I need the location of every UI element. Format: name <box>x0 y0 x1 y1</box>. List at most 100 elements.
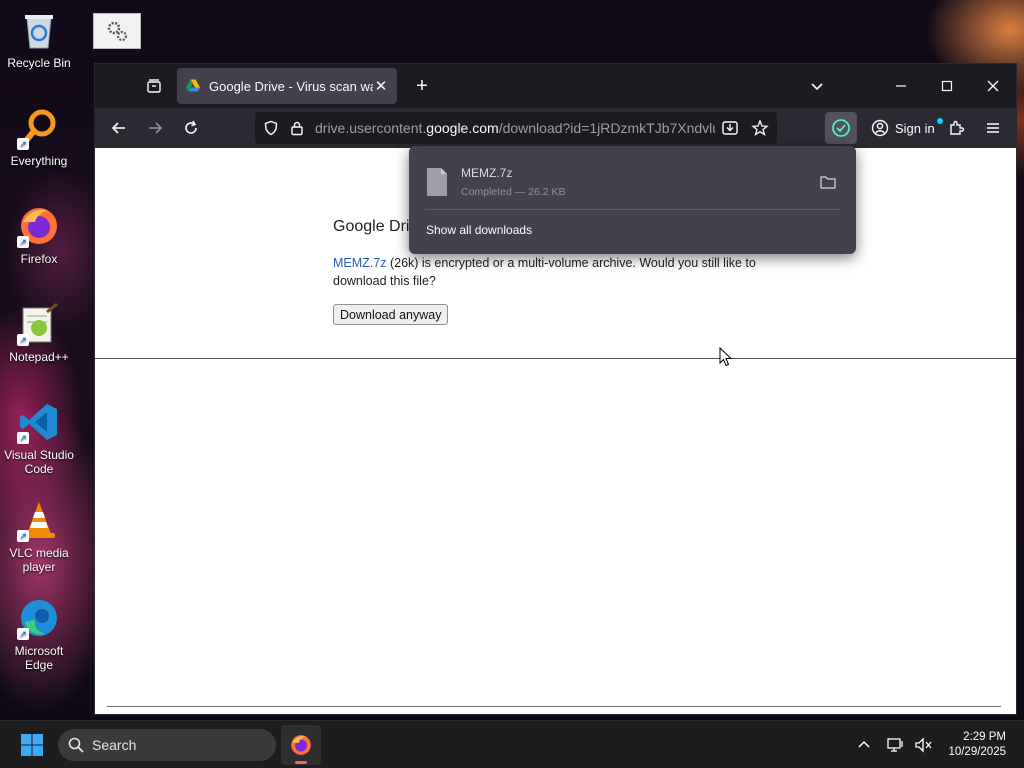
edge-icon: ↗ <box>17 596 61 640</box>
firefox-icon: ↗ <box>17 204 61 248</box>
minimize-icon <box>896 85 906 87</box>
chevron-down-icon <box>811 83 823 91</box>
hamburger-menu-icon <box>987 123 999 133</box>
shortcut-arrow-icon: ↗ <box>17 334 29 346</box>
shortcut-arrow-icon: ↗ <box>17 530 29 542</box>
tab-title: Google Drive - Virus scan warning <box>209 78 373 94</box>
new-tab-button[interactable]: + <box>407 71 437 101</box>
google-drive-icon <box>186 79 200 92</box>
downloads-panel: MEMZ.7z Completed — 26.2 KB Show all dow… <box>409 146 856 254</box>
message-text: (26k) is encrypted or a multi-volume arc… <box>333 256 756 288</box>
file-icon <box>427 168 447 196</box>
tab-close-icon[interactable]: ✕ <box>373 78 389 95</box>
desktop-icon-firefox[interactable]: ↗ Firefox <box>0 204 78 266</box>
search-placeholder: Search <box>92 737 137 753</box>
desktop-icon-edge[interactable]: ↗ Microsoft Edge <box>0 596 78 672</box>
list-all-tabs-button[interactable] <box>802 71 832 101</box>
reload-icon <box>185 120 197 134</box>
download-item-text: MEMZ.7z Completed — 26.2 KB <box>461 166 816 198</box>
minimize-button[interactable] <box>878 64 924 108</box>
show-all-downloads-link[interactable]: Show all downloads <box>426 223 532 237</box>
tab-google-drive[interactable]: Google Drive - Virus scan warning ✕ <box>177 68 397 104</box>
everything-search-icon: ↗ <box>17 106 61 150</box>
firefox-view-button[interactable] <box>139 71 169 101</box>
url-text: drive.usercontent.google.com/download?id… <box>315 120 715 136</box>
clock-time: 2:29 PM <box>963 731 1006 743</box>
file-link[interactable]: MEMZ.7z <box>333 256 386 270</box>
taskbar-search-box[interactable]: Search <box>58 729 276 761</box>
taskbar-clock[interactable]: 2:29 PM 10/29/2025 <box>948 730 1006 760</box>
extensions-button[interactable] <box>941 112 973 144</box>
start-button[interactable] <box>14 729 50 761</box>
desktop-icon-label: Microsoft Edge <box>14 644 64 672</box>
desktop-icon-recycle-bin[interactable]: Recycle Bin <box>0 8 78 70</box>
downloads-button[interactable] <box>825 112 857 144</box>
desktop-icon-everything[interactable]: ↗ Everything <box>0 106 78 168</box>
url-host: google.com <box>426 120 499 136</box>
tracking-protection-shield-icon[interactable] <box>263 120 279 136</box>
desktop-icon-notepadpp[interactable]: ↗ Notepad++ <box>0 302 78 364</box>
desktop-icon-label: Recycle Bin <box>7 56 71 70</box>
desktop-icon-vscode[interactable]: ↗ Visual Studio Code <box>0 400 78 476</box>
forward-arrow-icon <box>149 122 163 134</box>
clock-date: 10/29/2025 <box>948 746 1006 758</box>
maximize-button[interactable] <box>924 64 970 108</box>
close-icon <box>987 80 999 92</box>
reload-button[interactable] <box>175 112 207 144</box>
volume-button[interactable] <box>910 731 938 759</box>
puzzle-piece-icon <box>950 120 965 135</box>
save-to-pocket-download-icon[interactable] <box>721 119 739 137</box>
desktop-icon-label: Everything <box>10 154 68 168</box>
back-arrow-icon <box>111 122 125 134</box>
desktop-icon-label: VLC media player <box>9 546 69 574</box>
download-item[interactable]: MEMZ.7z Completed — 26.2 KB <box>425 162 840 202</box>
download-anyway-button[interactable]: Download anyway <box>333 304 449 325</box>
url-bar[interactable]: drive.usercontent.google.com/download?id… <box>255 112 777 144</box>
shortcut-arrow-icon: ↗ <box>17 236 29 248</box>
desktop-icon-label: Notepad++ <box>9 350 69 364</box>
chevron-up-icon <box>858 740 870 748</box>
speaker-muted-icon <box>915 737 932 753</box>
gear-icon <box>107 21 128 42</box>
mouse-cursor-icon <box>719 347 733 367</box>
firefox-icon <box>291 735 311 755</box>
desktop-icon-label: Firefox <box>20 252 58 266</box>
divider-bottom <box>107 706 1001 707</box>
tab-bar: Google Drive - Virus scan warning ✕ + <box>95 64 1016 108</box>
windows-logo-icon <box>21 734 43 756</box>
system-tray: 2:29 PM 10/29/2025 <box>850 721 1024 768</box>
desktop-icon-vlc[interactable]: ↗ VLC media player <box>0 498 78 574</box>
divider <box>95 358 1016 359</box>
network-button[interactable] <box>882 731 910 759</box>
shortcut-arrow-icon: ↗ <box>17 138 29 150</box>
sign-in-label: Sign in <box>895 120 935 136</box>
firefox-view-icon <box>147 79 161 93</box>
taskbar-firefox-button[interactable] <box>281 725 321 765</box>
account-icon <box>871 119 889 137</box>
show-hidden-icons-button[interactable] <box>850 731 878 759</box>
window-controls <box>878 64 1016 108</box>
forward-button[interactable] <box>139 112 171 144</box>
lock-icon[interactable] <box>289 120 305 136</box>
url-prefix: drive.usercontent. <box>315 120 427 136</box>
shortcut-arrow-icon: ↗ <box>17 432 29 444</box>
active-indicator <box>295 761 307 764</box>
shortcut-arrow-icon: ↗ <box>17 628 29 640</box>
recycle-bin-icon <box>17 8 61 52</box>
desktop-icon-label: Visual Studio Code <box>4 448 74 476</box>
vlc-cone-icon: ↗ <box>17 498 61 542</box>
show-in-folder-button[interactable] <box>816 170 840 194</box>
app-menu-button[interactable] <box>977 112 1009 144</box>
panel-separator <box>425 209 840 210</box>
sign-in-button[interactable]: Sign in <box>863 112 951 144</box>
notepadpp-icon: ↗ <box>17 302 61 346</box>
download-complete-check-icon <box>832 119 850 137</box>
taskbar: Search 2:29 PM 10/29/2025 <box>0 720 1024 768</box>
download-status: Completed — 26.2 KB <box>461 186 566 198</box>
close-window-button[interactable] <box>970 64 1016 108</box>
bookmark-star-icon[interactable] <box>751 119 769 137</box>
settings-window-thumbnail[interactable] <box>93 13 141 49</box>
maximize-icon <box>941 80 953 92</box>
back-button[interactable] <box>103 112 135 144</box>
navigation-toolbar: drive.usercontent.google.com/download?id… <box>95 108 1016 148</box>
